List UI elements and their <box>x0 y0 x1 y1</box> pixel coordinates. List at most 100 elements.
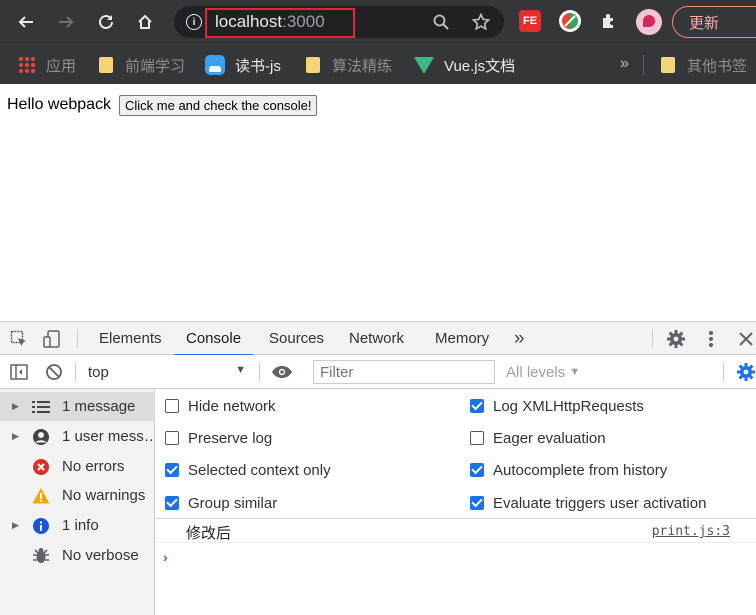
tab-sources[interactable]: Sources <box>269 322 324 355</box>
kebab-menu-icon[interactable] <box>703 329 719 349</box>
tabbar-divider <box>652 330 653 348</box>
bookmark-reading-js[interactable]: 读书-js <box>205 53 281 77</box>
extensions-puzzle-icon[interactable] <box>598 10 620 32</box>
bookmark-frontend-study[interactable]: 前端学习 <box>99 53 185 77</box>
sidebar-item-warnings[interactable]: No warnings <box>0 481 155 510</box>
selected-context-only-checkbox[interactable] <box>165 463 179 477</box>
console-settings-gear-icon[interactable] <box>736 362 756 382</box>
expand-caret-icon[interactable]: ▶ <box>12 431 19 442</box>
reload-icon[interactable] <box>92 8 120 36</box>
sidebar-item-label: 1 info <box>62 517 99 534</box>
bookmark-vue-docs[interactable]: Vue.js文档 <box>414 53 515 77</box>
group-similar-checkbox[interactable] <box>165 496 179 510</box>
log-levels-select[interactable]: All levels ▼ <box>506 361 580 383</box>
sidebar-item-label: No warnings <box>62 487 146 504</box>
bookmark-apps-label: 应用 <box>46 57 77 75</box>
console-message-source-link[interactable]: print.js:3 <box>652 524 730 539</box>
devtools-tabbar: Elements Console Sources Network Memory … <box>0 322 756 356</box>
option-eager-evaluation[interactable]: Eager evaluation <box>470 427 606 449</box>
sidebar-item-verbose[interactable]: No verbose <box>0 541 155 570</box>
tab-network[interactable]: Network <box>349 322 404 355</box>
close-devtools-icon[interactable] <box>737 330 755 348</box>
console-prompt-icon[interactable]: › <box>163 549 168 565</box>
sidebar-item-label: 1 user mess… <box>62 428 159 445</box>
hello-text: Hello webpack <box>7 96 112 113</box>
tab-elements[interactable]: Elements <box>99 322 162 355</box>
browser-toolbar: i localhost:3000 FE 更新 <box>0 0 756 44</box>
bookmark-frontend-study-label: 前端学习 <box>125 57 186 75</box>
color-extension-icon[interactable] <box>559 10 581 32</box>
address-bar[interactable]: i localhost:3000 <box>174 6 504 38</box>
update-button[interactable]: 更新 <box>672 6 756 38</box>
option-evaluate-triggers[interactable]: Evaluate triggers user activation <box>470 492 706 514</box>
context-select[interactable]: top ▼ <box>80 361 252 383</box>
evaluate-triggers-checkbox[interactable] <box>470 496 484 510</box>
expand-caret-icon[interactable]: ▶ <box>12 401 19 412</box>
bookmark-vue-docs-label: Vue.js文档 <box>444 57 516 75</box>
show-sidebar-icon[interactable] <box>9 363 29 381</box>
site-info-icon[interactable]: i <box>186 14 202 30</box>
sidebar-item-errors[interactable]: No errors <box>0 452 155 481</box>
expand-caret-icon[interactable]: ▶ <box>12 520 19 531</box>
autocomplete-history-checkbox[interactable] <box>470 463 484 477</box>
option-preserve-log[interactable]: Preserve log <box>165 427 272 449</box>
tab-elements-label: Elements <box>99 330 162 347</box>
tab-memory[interactable]: Memory <box>435 322 489 355</box>
profile-avatar[interactable] <box>636 9 662 35</box>
forward-icon[interactable] <box>52 8 80 36</box>
tab-console[interactable]: Console <box>173 322 254 356</box>
url-port: :3000 <box>282 12 325 31</box>
home-icon[interactable] <box>131 8 159 36</box>
list-icon <box>32 398 50 416</box>
sidebar-item-user-messages[interactable]: ▶ 1 user mess… <box>0 422 159 451</box>
zoom-icon[interactable] <box>432 13 450 31</box>
fe-extension-icon[interactable]: FE <box>519 10 541 32</box>
option-label: Evaluate triggers user activation <box>493 494 707 512</box>
option-log-xhr[interactable]: Log XMLHttpRequests <box>470 395 644 417</box>
eager-evaluation-checkbox[interactable] <box>470 431 484 445</box>
bookmark-other[interactable]: 其他书签 <box>661 53 747 77</box>
bookmark-star-icon[interactable] <box>472 13 490 31</box>
more-bookmarks-icon[interactable]: » <box>620 55 629 73</box>
tab-console-label: Console <box>186 330 242 347</box>
bookmark-reading-js-label: 读书-js <box>235 57 281 75</box>
preserve-log-checkbox[interactable] <box>165 431 179 445</box>
option-label: Selected context only <box>188 461 331 479</box>
back-icon[interactable] <box>12 8 40 36</box>
folder-icon <box>661 57 675 73</box>
settings-gear-icon[interactable] <box>666 329 686 349</box>
clear-console-icon[interactable] <box>44 363 64 381</box>
hide-network-checkbox[interactable] <box>165 399 179 413</box>
tabbar-divider <box>77 330 78 348</box>
option-label: Autocomplete from history <box>493 461 668 479</box>
option-hide-network[interactable]: Hide network <box>165 395 276 417</box>
log-xhr-checkbox[interactable] <box>470 399 484 413</box>
filterbar-divider <box>723 363 724 381</box>
dropdown-arrow-icon: ▼ <box>235 364 246 376</box>
devtools-panel: Elements Console Sources Network Memory … <box>0 321 756 615</box>
option-group-similar[interactable]: Group similar <box>165 492 277 514</box>
console-filter-input[interactable] <box>313 360 495 384</box>
check-console-button[interactable]: Click me and check the console! <box>119 95 318 116</box>
bookmark-algorithms[interactable]: 算法精练 <box>306 53 392 77</box>
context-select-value: top <box>88 363 109 381</box>
console-sidebar: ▶ 1 message ▶ 1 user mess… No errors No … <box>0 389 159 615</box>
device-toolbar-icon[interactable] <box>41 329 63 349</box>
option-autocomplete-history[interactable]: Autocomplete from history <box>470 459 667 481</box>
option-label: Preserve log <box>188 429 273 447</box>
inspect-element-icon[interactable] <box>9 330 29 348</box>
option-selected-context-only[interactable]: Selected context only <box>165 459 331 481</box>
sidebar-item-messages[interactable]: ▶ 1 message <box>0 392 155 421</box>
filterbar-divider <box>259 363 260 381</box>
info-icon <box>32 517 50 535</box>
folder-icon <box>99 57 113 73</box>
more-tabs-icon[interactable]: » <box>514 322 525 355</box>
live-expression-eye-icon[interactable] <box>271 363 293 381</box>
sidebar-item-info[interactable]: ▶ 1 info <box>0 511 155 540</box>
vue-logo-icon <box>414 56 434 74</box>
bookmark-apps[interactable]: 应用 <box>18 53 76 77</box>
more-tabs-label: » <box>514 327 525 349</box>
log-levels-label: All levels <box>506 363 566 381</box>
apps-grid-icon <box>18 56 36 74</box>
sidebar-item-label: No errors <box>62 458 125 475</box>
